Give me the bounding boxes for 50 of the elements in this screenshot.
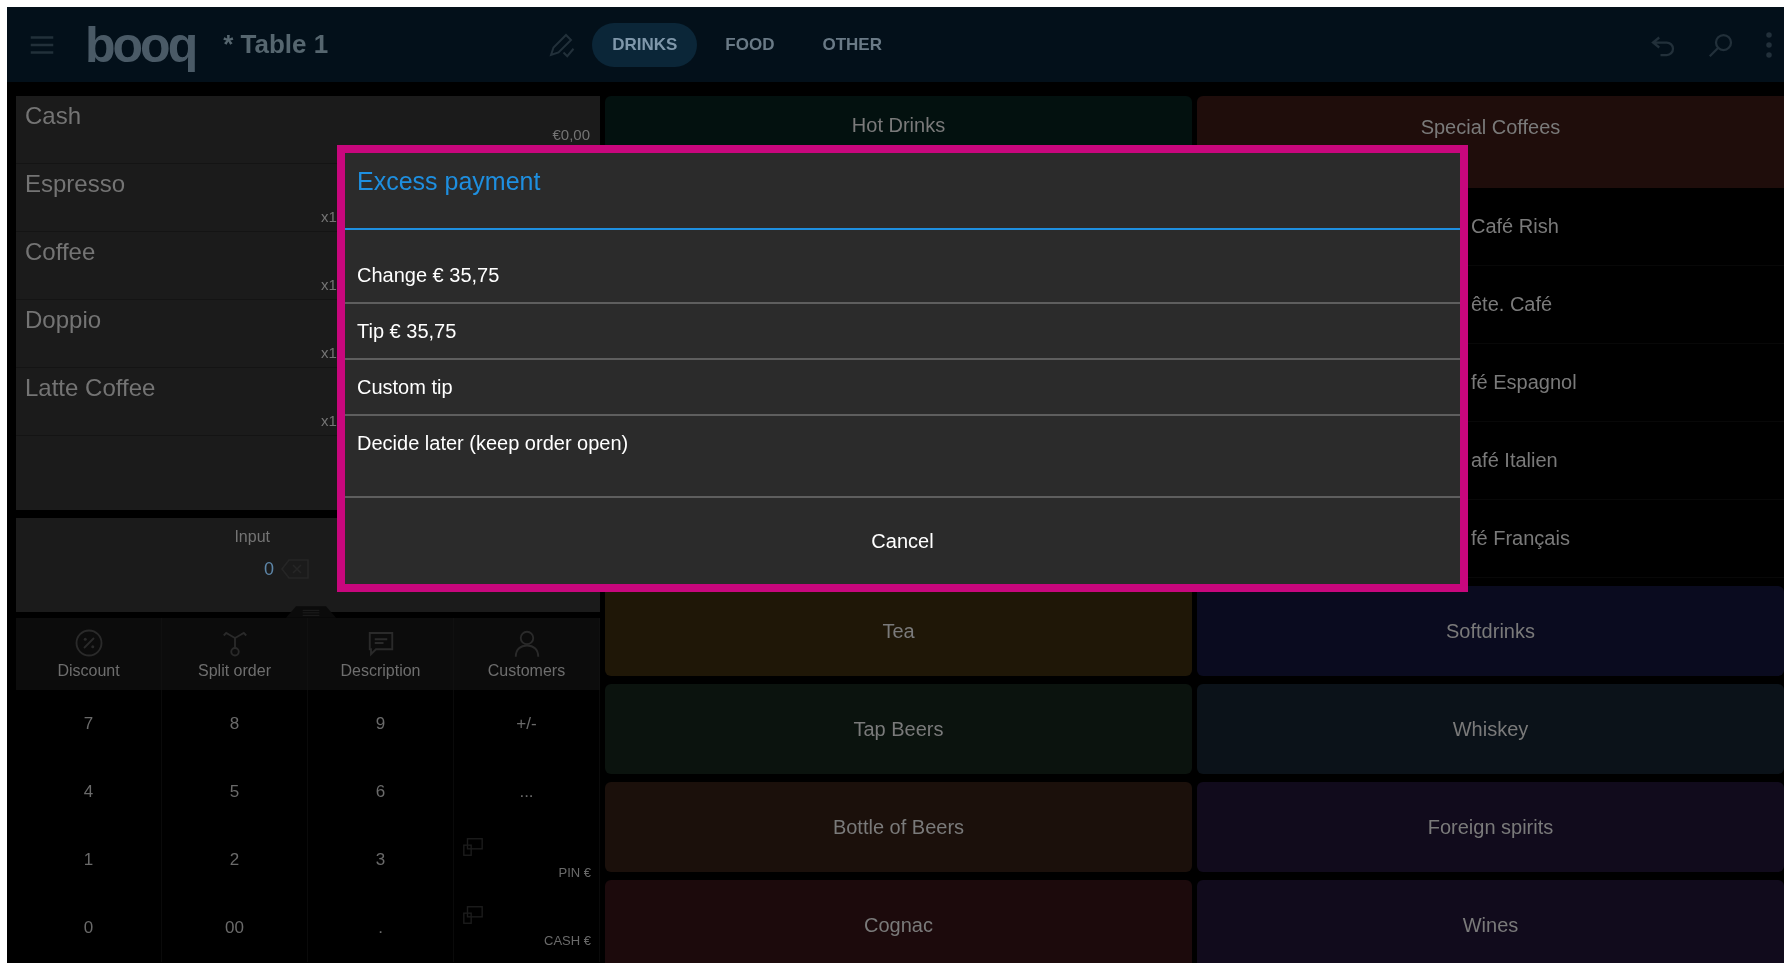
keypad-key[interactable]: 8 [162,690,308,758]
category-tab[interactable]: FOOD [705,22,795,67]
drag-handle-icon[interactable] [286,606,336,618]
keypad-key[interactable]: 00 [162,894,308,962]
payment-button[interactable]: CASH € [454,894,600,962]
keypad-key[interactable]: . [308,894,454,962]
more-vertical-icon[interactable] [1764,29,1774,60]
category-tile[interactable]: Bottle of Beers [605,782,1192,872]
keypad-key[interactable]: +/- [454,690,600,758]
item-name: Doppio [25,306,102,333]
dialog-option[interactable]: Tip € 35,75 [345,304,1460,360]
input-label: Input [234,528,270,546]
category-tile[interactable]: Whiskey [1197,684,1784,774]
item-name: Espresso [25,170,126,197]
category-tile[interactable]: Wines [1197,880,1784,963]
table-title: * Table 1 [223,29,329,60]
dialog-title: Excess payment [345,153,1460,230]
keypad-key[interactable]: 3 [308,826,454,894]
category-tile[interactable]: Cognac [605,880,1192,963]
input-value: 0 [264,558,274,580]
quantity: x1 [321,208,337,225]
quantity: x1 [321,276,337,293]
amount: €0,00 [552,126,590,143]
keypad-key[interactable]: 7 [16,690,162,758]
keypad-key[interactable]: 6 [308,758,454,826]
payment-icon [462,836,484,858]
category-tile[interactable]: Tap Beers [605,684,1192,774]
keypad-key[interactable]: ... [454,758,600,826]
percent-badge-icon [73,628,104,658]
item-name: Latte Coffee [25,374,156,401]
keypad-key[interactable]: 0 [16,894,162,962]
category-tile[interactable]: Softdrinks [1197,586,1784,676]
payment-icon [462,904,484,926]
keypad-key[interactable]: 4 [16,758,162,826]
category-tile[interactable]: Foreign spirits [1197,782,1784,872]
keypad-key[interactable]: 1 [16,826,162,894]
quantity: x1 [321,412,337,429]
item-name: Cash [25,102,82,129]
keypad-key[interactable]: 2 [162,826,308,894]
item-name: Coffee [25,238,96,265]
quantity: x1 [321,344,337,361]
category-tab[interactable]: OTHER [802,22,902,67]
category-tab[interactable]: DRINKS [592,22,698,67]
dialog-option[interactable]: Decide later (keep order open) [345,416,1460,498]
logo: booq [85,19,196,70]
dialog-option[interactable]: Change € 35,75 [345,248,1460,304]
keypad-key[interactable]: 5 [162,758,308,826]
payment-button[interactable]: PIN € [454,826,600,894]
dialog-option[interactable]: Custom tip [345,360,1460,416]
keypad-key[interactable]: 9 [308,690,454,758]
